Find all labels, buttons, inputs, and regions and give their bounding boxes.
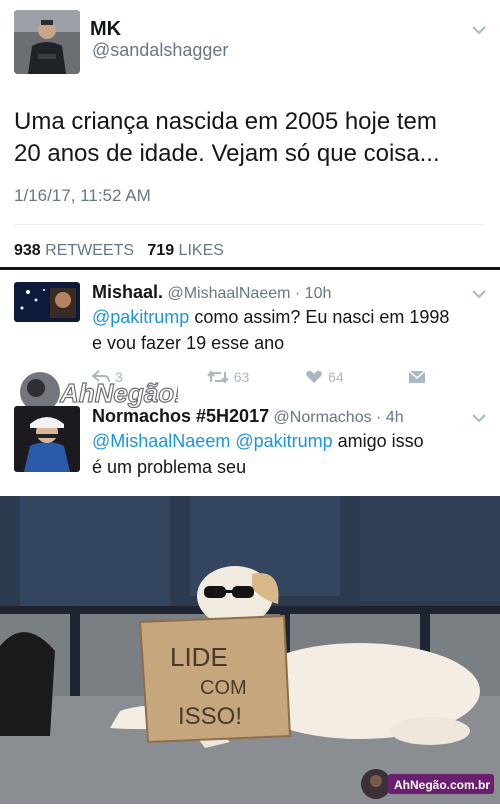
site-watermark: AhNegão.com.br [360,768,496,800]
tweet-text: Uma criança nascida em 2005 hoje tem 20 … [14,108,440,167]
sign-text-line3: ISSO! [178,703,242,730]
likes-count[interactable]: 719 [147,242,174,259]
sign-text-line1: LIDE [170,642,228,672]
reply-text: @MishaalNaeem @pakitrump amigo isso é um… [92,431,424,477]
author-name[interactable]: MK [90,18,121,41]
envelope-icon [408,370,426,383]
reply-header: Normachos #5H2017 @Normachos · 4h [92,406,404,427]
mention-link[interactable]: @pakitrump [92,307,189,327]
retweet-icon [206,370,229,384]
tweet-stats: 938 RETWEETS 719 LIKES [14,242,224,260]
logo-text: AhNegão! [59,378,178,408]
reply-time[interactable]: · 10h [295,285,331,302]
mention-link[interactable]: @pakitrump [235,431,332,451]
reply-handle[interactable]: @MishaalNaeem [167,285,290,302]
reply-avatar[interactable] [14,406,80,472]
dog-photo: LIDE COM ISSO! [0,496,500,804]
site-text: AhNegão.com.br [394,778,490,792]
mention-link[interactable]: @MishaalNaeem [92,431,230,451]
reply-text: @pakitrump como assim? Eu nasci em 1998 … [92,307,450,353]
chevron-down-icon[interactable] [472,286,486,302]
reply-name[interactable]: Normachos #5H2017 [92,406,269,426]
sign-text-line2: COM [200,677,247,699]
chevron-down-icon[interactable] [472,410,486,426]
retweets-label[interactable]: RETWEETS [45,242,134,259]
heart-icon [306,370,322,383]
likes-label[interactable]: LIKES [179,242,224,259]
reply-header: Mishaal. @MishaalNaeem · 10h [92,282,331,303]
reply-name[interactable]: Mishaal. [92,282,163,302]
like-button[interactable]: 64 [305,369,344,385]
author-avatar[interactable] [14,10,80,74]
retweets-count[interactable]: 938 [14,242,41,259]
section-divider [0,267,500,270]
chevron-down-icon[interactable] [472,22,486,38]
reply-time[interactable]: · 4h [376,409,404,426]
retweet-button[interactable]: 63 [206,369,249,385]
author-handle[interactable]: @sandalshagger [92,40,228,61]
tweet-timestamp[interactable]: 1/16/17, 11:52 AM [14,186,151,206]
direct-message-button[interactable] [408,370,426,384]
reply-avatar[interactable] [14,282,80,322]
reply-handle[interactable]: @Normachos [274,409,372,426]
divider [14,224,484,225]
